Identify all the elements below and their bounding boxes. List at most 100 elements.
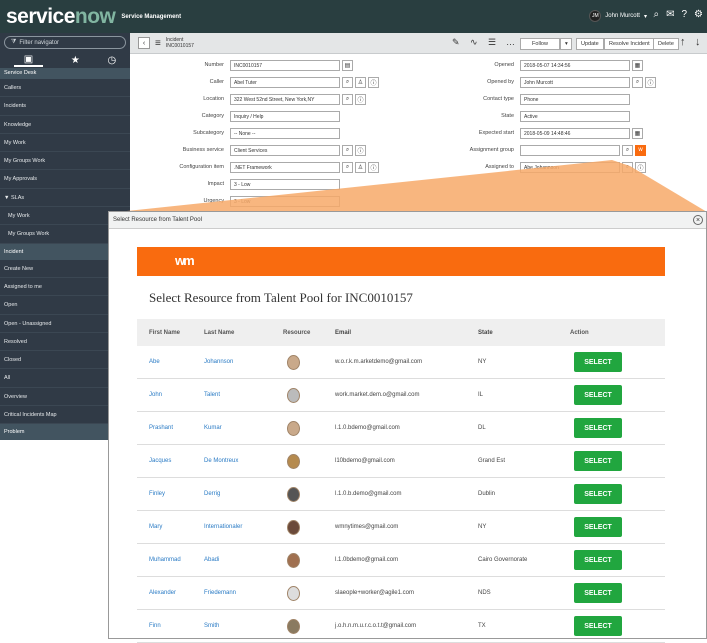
follow-dropdown-icon[interactable]: ▾: [560, 38, 572, 50]
select-button[interactable]: SELECT: [574, 484, 622, 504]
help-icon[interactable]: ?: [681, 9, 687, 20]
select-button[interactable]: SELECT: [574, 517, 622, 537]
field-label: Business service: [182, 147, 224, 153]
field-label: Location: [203, 96, 224, 102]
search-icon[interactable]: ⌕: [622, 161, 633, 173]
opened-field[interactable]: 2018-05-07 14:34:56: [520, 59, 630, 71]
more-icon[interactable]: …: [506, 37, 515, 47]
user-tree-icon[interactable]: ♙: [355, 76, 366, 88]
user-menu[interactable]: JM John Murcott ▾: [589, 10, 647, 22]
urgency-select[interactable]: 3 - Low: [230, 195, 340, 207]
select-button[interactable]: SELECT: [574, 616, 622, 636]
chat-icon[interactable]: ✉: [666, 9, 674, 20]
contact-type-select[interactable]: Phone: [520, 93, 630, 105]
field-label: Opened by: [487, 79, 514, 85]
chevron-down-icon: ▾: [643, 13, 647, 20]
back-button[interactable]: ‹: [138, 37, 150, 49]
search-icon[interactable]: ⌕: [622, 144, 633, 156]
nav-item[interactable]: My Groups Work: [0, 152, 130, 171]
calendar-icon[interactable]: ▦: [632, 127, 643, 139]
nav-item[interactable]: Incidents: [0, 97, 130, 116]
favorites-star-icon[interactable]: ★: [71, 55, 80, 66]
resource-photo: [287, 486, 300, 502]
hierarchy-icon[interactable]: ♙: [355, 161, 366, 173]
location-field[interactable]: 322 West 52nd Street, New York,NY: [230, 93, 340, 105]
search-icon[interactable]: ⌕: [342, 161, 353, 173]
impact-select[interactable]: 3 - Low: [230, 178, 340, 190]
assignment-group-field[interactable]: [520, 144, 620, 156]
resource-photo: [287, 453, 300, 469]
configuration-item-field[interactable]: .NET Framework: [230, 161, 340, 173]
table-row: Finley Derrig l.1.0.b.demo@gmail.com Dublin…: [137, 478, 665, 511]
select-button[interactable]: SELECT: [574, 385, 622, 405]
select-button[interactable]: SELECT: [574, 451, 622, 471]
nav-item[interactable]: Callers: [0, 79, 130, 98]
search-icon[interactable]: ⌕: [653, 9, 659, 20]
workmarket-logo: wm: [175, 253, 195, 268]
select-button[interactable]: SELECT: [574, 418, 622, 438]
category-select[interactable]: Inquiry / Help: [230, 110, 340, 122]
gear-icon[interactable]: ⚙: [694, 9, 703, 20]
state-select[interactable]: Active: [520, 110, 630, 122]
all-apps-icon[interactable]: ▣: [13, 54, 44, 67]
opened-by-field[interactable]: John Murcott: [520, 76, 630, 88]
expected-start-field[interactable]: 2018-05-09 14:48:46: [520, 127, 630, 139]
info-icon[interactable]: ⓘ: [368, 161, 379, 173]
activity-icon[interactable]: ∿: [470, 37, 478, 48]
settings-sliders-icon[interactable]: ☰: [488, 37, 496, 48]
menu-icon[interactable]: ≡: [155, 38, 161, 49]
caller-field[interactable]: Abel Tuter: [230, 76, 340, 88]
modal-header: Select Resource from Talent Pool ×: [109, 212, 706, 229]
info-icon[interactable]: ⓘ: [368, 76, 379, 88]
user-name: John Murcott: [605, 13, 640, 19]
info-icon[interactable]: ⓘ: [355, 93, 366, 105]
table-row: Mary Internationaler wmnytimes@gmail.com NY…: [137, 511, 665, 544]
field-label: Expected start: [478, 130, 514, 136]
workmarket-icon[interactable]: w: [635, 144, 646, 156]
search-icon[interactable]: ⌕: [342, 144, 353, 156]
table-row: Finn Smith j.o.h.n.m.u.r.c.o.t.t@gmail.com…: [137, 610, 665, 643]
arrow-down-icon[interactable]: ↓: [695, 36, 701, 48]
update-button[interactable]: Update: [576, 38, 604, 50]
info-icon[interactable]: ⓘ: [355, 144, 366, 156]
field-label: Assigned to: [485, 164, 514, 170]
resource-photo: [287, 387, 300, 403]
assigned-to-field[interactable]: Abe Johannson: [520, 161, 620, 173]
resource-photo: [287, 552, 300, 568]
field-label: Configuration item: [179, 164, 224, 170]
nav-item[interactable]: Knowledge: [0, 116, 130, 134]
attachment-icon[interactable]: ✎: [452, 37, 460, 48]
info-icon[interactable]: ⓘ: [635, 161, 646, 173]
follow-button[interactable]: Follow: [520, 38, 560, 50]
field-label: Number: [204, 62, 224, 68]
workmarket-banner: wm: [137, 247, 665, 276]
table-row: Muhammad Abadi l.1.0bdemo@gmail.com Cairo G…: [137, 544, 665, 577]
arrow-up-icon[interactable]: ↑: [680, 36, 686, 48]
navigator-tabs: ▣ ★ ◷: [0, 52, 130, 68]
search-icon[interactable]: ⌕: [342, 93, 353, 105]
select-button[interactable]: SELECT: [574, 550, 622, 570]
talent-pool-modal: Select Resource from Talent Pool × wm Se…: [108, 211, 707, 643]
search-icon[interactable]: ⌕: [342, 76, 353, 88]
info-icon[interactable]: ⓘ: [645, 76, 656, 88]
filter-navigator-input[interactable]: ⧩ Filter navigator: [4, 36, 126, 49]
select-button[interactable]: SELECT: [574, 352, 622, 372]
select-button[interactable]: SELECT: [574, 583, 622, 603]
delete-button[interactable]: Delete: [653, 38, 679, 50]
resource-photo: [287, 519, 300, 535]
search-icon[interactable]: ⌕: [632, 76, 643, 88]
servicenow-logo[interactable]: servicenow: [6, 5, 116, 29]
close-icon[interactable]: ×: [693, 215, 703, 225]
table-row: Jacques De Montreux l10bdemo@gmail.com Gran…: [137, 445, 665, 478]
business-service-field[interactable]: Client Services: [230, 144, 340, 156]
nav-section-service-desk[interactable]: Service Desk: [0, 68, 130, 79]
number-field[interactable]: INC0010157: [230, 59, 340, 71]
nav-item[interactable]: My Approvals: [0, 170, 130, 189]
resolve-incident-button[interactable]: Resolve Incident: [604, 38, 655, 50]
nav-item-slas[interactable]: ▼ SLAs: [0, 189, 130, 208]
subcategory-select[interactable]: -- None --: [230, 127, 340, 139]
nav-item[interactable]: My Work: [0, 134, 130, 153]
number-info-icon[interactable]: ▤: [342, 59, 353, 71]
history-clock-icon[interactable]: ◷: [107, 55, 116, 66]
calendar-icon[interactable]: ▦: [632, 59, 643, 71]
